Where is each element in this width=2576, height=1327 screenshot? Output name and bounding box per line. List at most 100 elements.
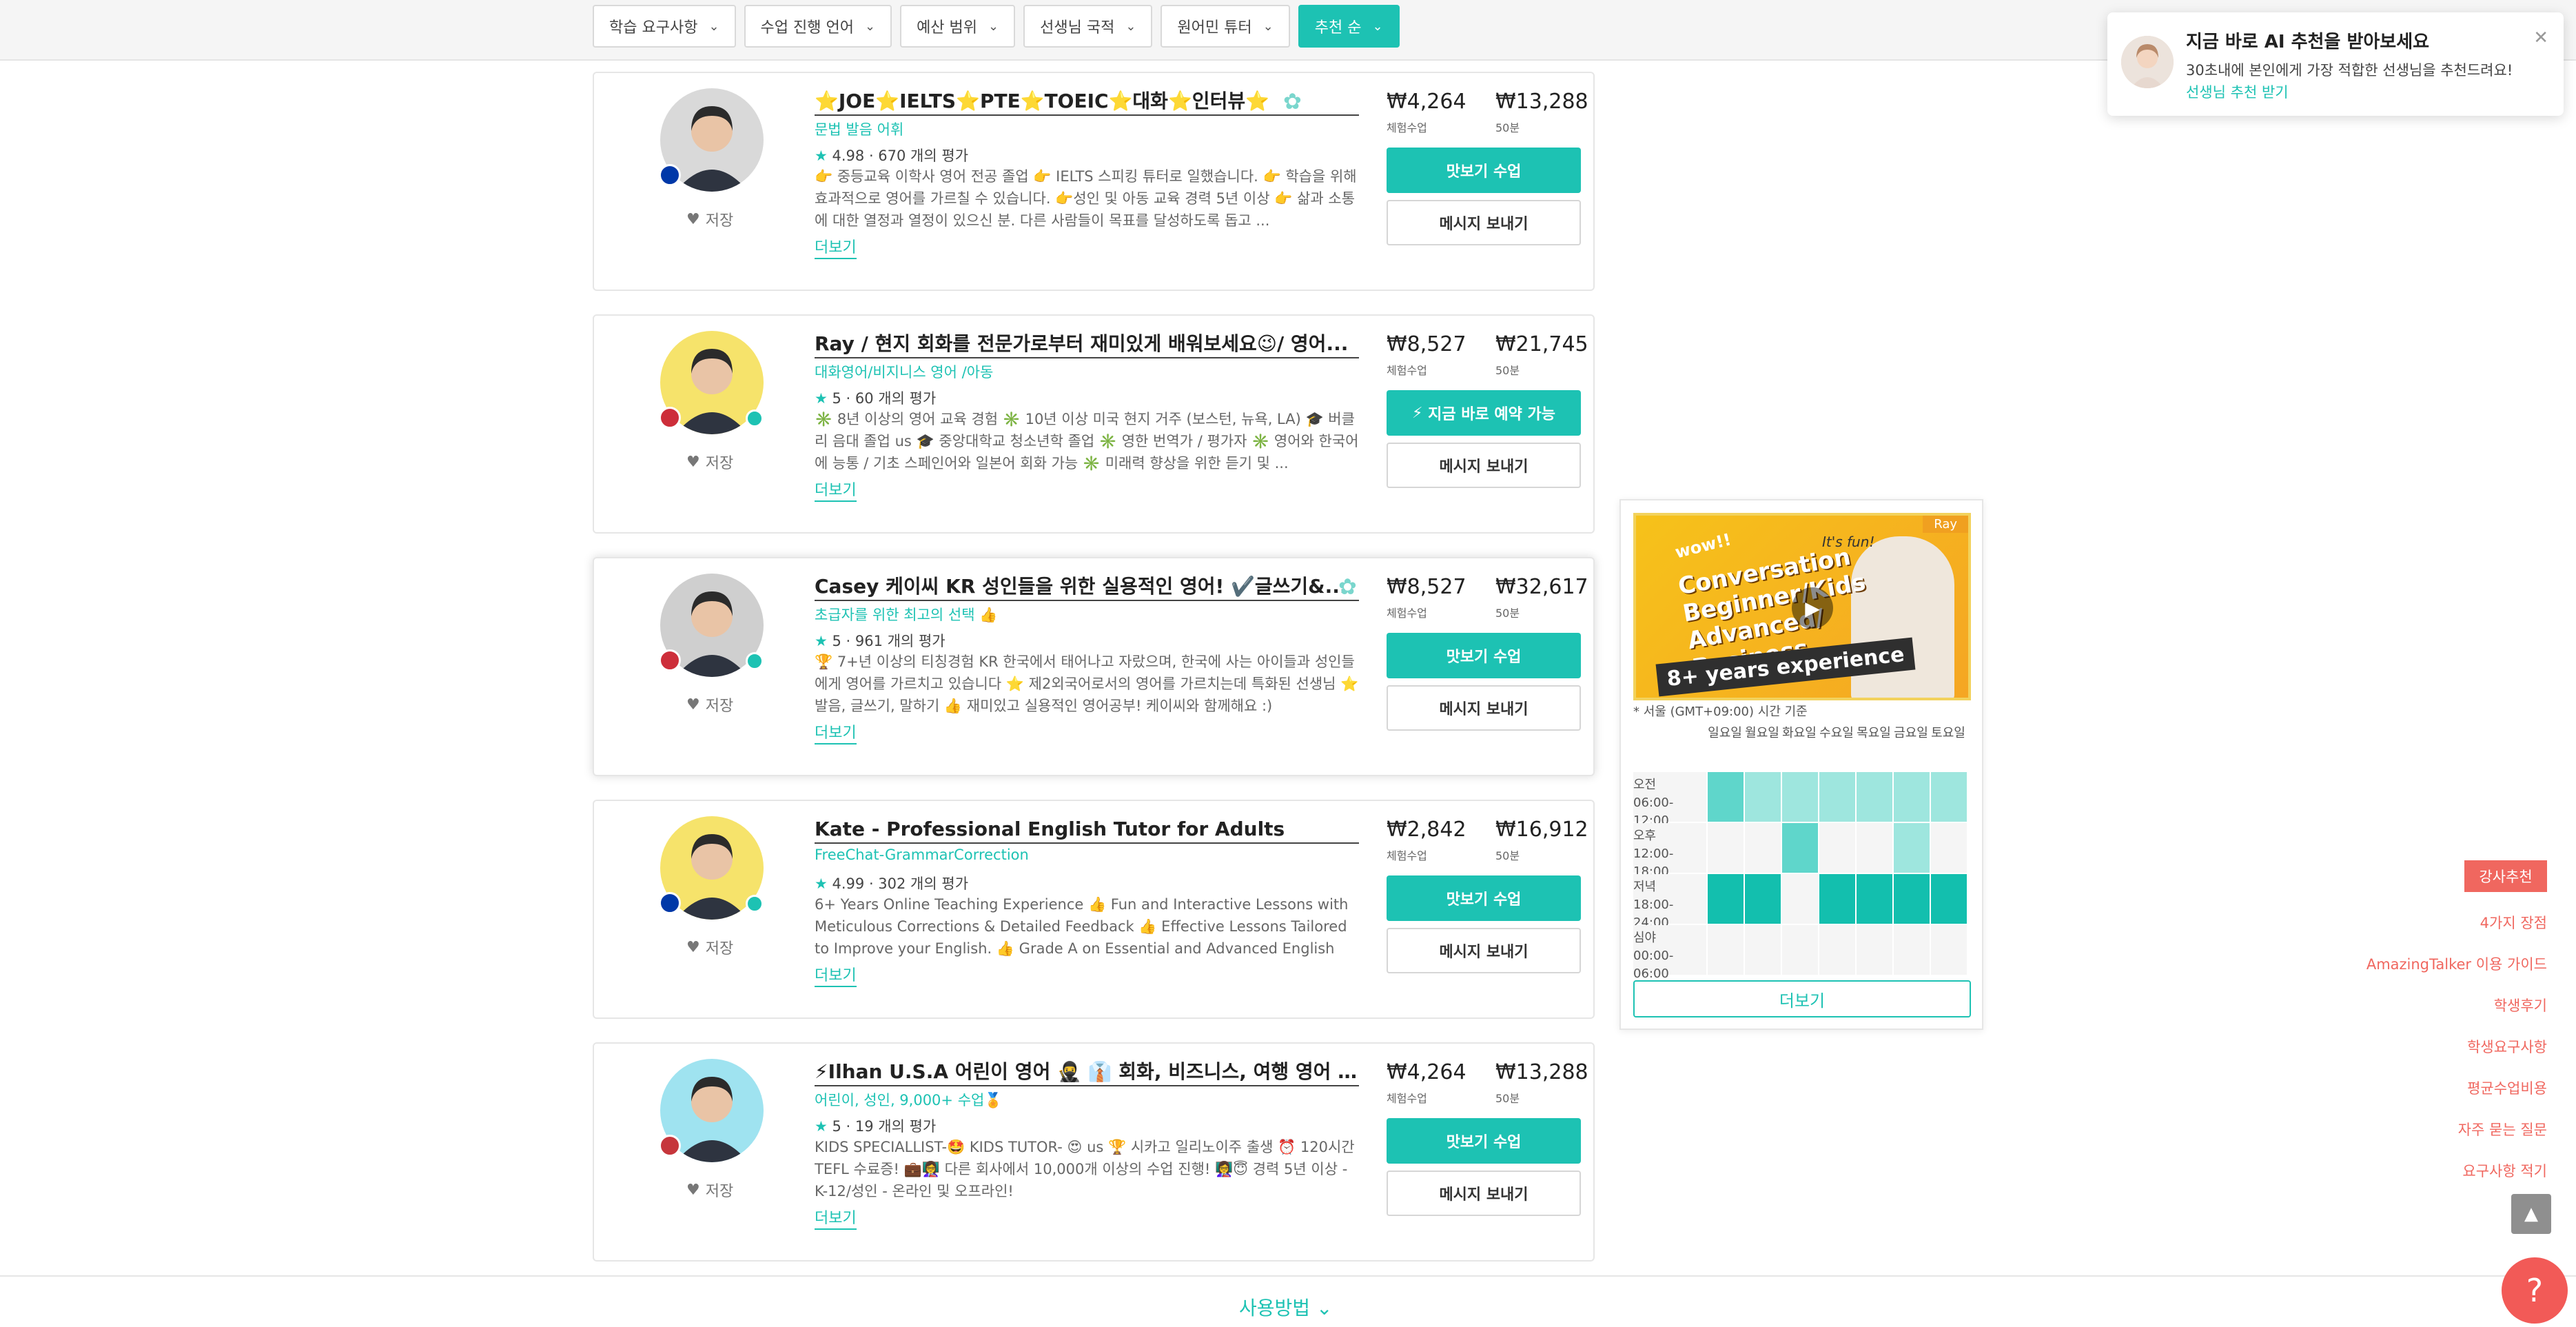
- duration-label: 50분: [1495, 1092, 1520, 1105]
- tutor-card[interactable]: ♥ 저장 ⭐JOE⭐IELTS⭐PTE⭐TOEIC⭐대화⭐인터뷰⭐ ✿ 문법 발음…: [593, 72, 1595, 291]
- save-button[interactable]: ♥ 저장: [686, 1179, 733, 1201]
- filter-label: 원어민 튜터: [1177, 19, 1252, 37]
- chevron-down-icon: ⌄: [708, 19, 719, 34]
- nav-advantages[interactable]: 4가지 장점: [2368, 902, 2547, 943]
- tutor-preview-popup: wow!! It's fun! Conversation Beginner/Ki…: [1619, 499, 1983, 1030]
- nav-student-requests[interactable]: 학생요구사항: [2368, 1026, 2547, 1067]
- availability-cell: [1782, 772, 1818, 822]
- tutor-rating: ★ 5 · 961 개의 평가: [815, 630, 945, 651]
- tutor-title[interactable]: ⭐JOE⭐IELTS⭐PTE⭐TOEIC⭐대화⭐인터뷰⭐: [815, 88, 1359, 116]
- save-button[interactable]: ♥ 저장: [686, 936, 733, 958]
- send-message-button[interactable]: 메시지 보내기: [1387, 443, 1581, 488]
- day-label: 일요일: [1708, 726, 1742, 740]
- nav-recommend[interactable]: 강사추천: [2464, 860, 2547, 892]
- online-status-icon: [746, 895, 764, 913]
- country-flag-icon: [659, 649, 681, 671]
- save-button[interactable]: ♥ 저장: [686, 208, 733, 230]
- tutor-card[interactable]: ♥ 저장 ⚡Ilhan U.S.A 어린이 영어 🥷 👔 회화, 비즈니스, 여행…: [593, 1042, 1595, 1262]
- read-more-link[interactable]: 더보기: [815, 724, 857, 744]
- filter-sort[interactable]: 추천 순 ⌄: [1298, 5, 1400, 48]
- time-slot-label: 저녁 18:00-24:00: [1633, 874, 1706, 930]
- video-wow-text: wow!!: [1673, 529, 1733, 563]
- read-more-link[interactable]: 더보기: [815, 966, 857, 987]
- trial-label: 체험수업: [1387, 607, 1427, 620]
- chevron-down-icon: ⌄: [1125, 19, 1136, 34]
- tutor-title[interactable]: Casey 케이씨 KR 성인들을 위한 실용적인 영어! ✔️글쓰기&...: [815, 574, 1359, 601]
- filter-learning-needs[interactable]: 학습 요구사항 ⌄: [593, 5, 736, 48]
- send-message-button[interactable]: 메시지 보내기: [1387, 928, 1581, 973]
- full-price: ₩13,288: [1495, 90, 1588, 114]
- heart-icon: ♥: [686, 453, 700, 471]
- full-price: ₩32,617: [1495, 575, 1588, 599]
- tutor-title[interactable]: ⚡Ilhan U.S.A 어린이 영어 🥷 👔 회화, 비즈니스, 여행 영어 …: [815, 1059, 1359, 1086]
- tutor-rating: ★ 4.98 · 670 개의 평가: [815, 145, 968, 165]
- save-button[interactable]: ♥ 저장: [686, 451, 733, 473]
- day-label: 토요일: [1931, 726, 1965, 740]
- tutor-card[interactable]: ♥ 저장 Casey 케이씨 KR 성인들을 위한 실용적인 영어! ✔️글쓰기&…: [593, 557, 1595, 776]
- scroll-to-top-button[interactable]: ▲: [2511, 1194, 2551, 1234]
- availability-cell: [1857, 874, 1892, 924]
- filter-lesson-language[interactable]: 수업 진행 언어 ⌄: [744, 5, 892, 48]
- save-button[interactable]: ♥ 저장: [686, 693, 733, 716]
- nav-guide[interactable]: AmazingTalker 이용 가이드: [2367, 943, 2547, 984]
- usage-guide-link[interactable]: 사용방법 ⌄: [1239, 1293, 1332, 1321]
- instant-booking-button[interactable]: ⚡ 지금 바로 예약 가능: [1387, 390, 1581, 436]
- time-slot-name: 오후: [1633, 829, 1657, 843]
- availability-cell: [1819, 772, 1855, 822]
- chevron-down-icon: ⌄: [1372, 19, 1383, 34]
- nav-faq[interactable]: 자주 묻는 질문: [2368, 1108, 2547, 1150]
- filter-budget[interactable]: 예산 범위 ⌄: [900, 5, 1016, 48]
- availability-cell: [1708, 823, 1744, 873]
- tutor-title[interactable]: Kate - Professional English Tutor for Ad…: [815, 816, 1359, 844]
- tutor-rating: ★ 5 · 19 개의 평가: [815, 1115, 936, 1136]
- tutor-rating: ★ 5 · 60 개의 평가: [815, 387, 936, 408]
- rating-text: 5 · 19 개의 평가: [832, 1118, 937, 1135]
- availability-cell: [1745, 874, 1781, 924]
- close-icon[interactable]: ✕: [2533, 28, 2548, 48]
- duration-label: 50분: [1495, 607, 1520, 620]
- schedule-days: 일요일 월요일 화요일 수요일 목요일 금요일 토요일: [1706, 725, 1967, 742]
- tutor-tags: 대화영어/비지니스 영어 /아동: [815, 364, 994, 381]
- get-recommendation-link[interactable]: 선생님 추천 받기: [2186, 81, 2289, 102]
- help-button[interactable]: ?: [2502, 1257, 2568, 1324]
- read-more-link[interactable]: 더보기: [815, 1209, 857, 1230]
- preview-more-button[interactable]: 더보기: [1633, 980, 1971, 1017]
- send-message-button[interactable]: 메시지 보내기: [1387, 1171, 1581, 1216]
- star-icon: ★: [815, 390, 828, 407]
- send-message-button[interactable]: 메시지 보내기: [1387, 200, 1581, 245]
- trial-lesson-button[interactable]: 맛보기 수업: [1387, 148, 1581, 193]
- nav-reviews[interactable]: 학생후기: [2368, 984, 2547, 1026]
- full-price: ₩21,745: [1495, 332, 1588, 356]
- availability-grid: 오전 06:00-12:00 오후 12:00-18:00 저녁 18:00-24:00 심…: [1633, 771, 1967, 981]
- avatar: [2121, 36, 2174, 88]
- schedule-row: 오전 06:00-12:00: [1633, 771, 1967, 828]
- play-icon[interactable]: ▶: [1792, 587, 1833, 629]
- send-message-button[interactable]: 메시지 보내기: [1387, 685, 1581, 731]
- trial-price: ₩4,264: [1387, 1060, 1466, 1084]
- save-label: 저장: [705, 1183, 734, 1200]
- availability-cell: [1931, 925, 1967, 975]
- read-more-link[interactable]: 더보기: [815, 239, 857, 259]
- rating-text: 5 · 961 개의 평가: [832, 633, 945, 649]
- filter-native-tutor[interactable]: 원어민 튜터 ⌄: [1161, 5, 1290, 48]
- filter-label: 선생님 국적: [1040, 19, 1115, 37]
- online-status-icon: [746, 652, 764, 670]
- trial-price: ₩4,264: [1387, 90, 1466, 114]
- tutor-card[interactable]: ♥ 저장 Ray / 현지 회화를 전문가로부터 재미있게 배워보세요😉/ 영어.…: [593, 314, 1595, 534]
- filter-nationality[interactable]: 선생님 국적 ⌄: [1023, 5, 1153, 48]
- filter-label: 수업 진행 언어: [760, 19, 854, 37]
- schedule-row: 저녁 18:00-24:00: [1633, 873, 1967, 930]
- nav-average-cost[interactable]: 평균수업비용: [2368, 1067, 2547, 1108]
- trial-lesson-button[interactable]: 맛보기 수업: [1387, 1118, 1581, 1164]
- time-slot-label: 오전 06:00-12:00: [1633, 772, 1706, 828]
- trial-lesson-button[interactable]: 맛보기 수업: [1387, 633, 1581, 678]
- tutor-title[interactable]: Ray / 현지 회화를 전문가로부터 재미있게 배워보세요😉/ 영어...: [815, 331, 1359, 358]
- tutor-card[interactable]: ♥ 저장 Kate - Professional English Tutor fo…: [593, 800, 1595, 1019]
- intro-video-thumbnail[interactable]: wow!! It's fun! Conversation Beginner/Ki…: [1633, 513, 1971, 700]
- trial-label: 체험수업: [1387, 849, 1427, 862]
- tutor-description: ✳️ 8년 이상의 영어 교육 경험 ✳️ 10년 이상 미국 현지 거주 (보…: [815, 411, 1359, 472]
- read-more-link[interactable]: 더보기: [815, 481, 857, 502]
- nav-write-request[interactable]: 요구사항 적기: [2368, 1150, 2547, 1191]
- availability-cell: [1819, 925, 1855, 975]
- trial-lesson-button[interactable]: 맛보기 수업: [1387, 875, 1581, 921]
